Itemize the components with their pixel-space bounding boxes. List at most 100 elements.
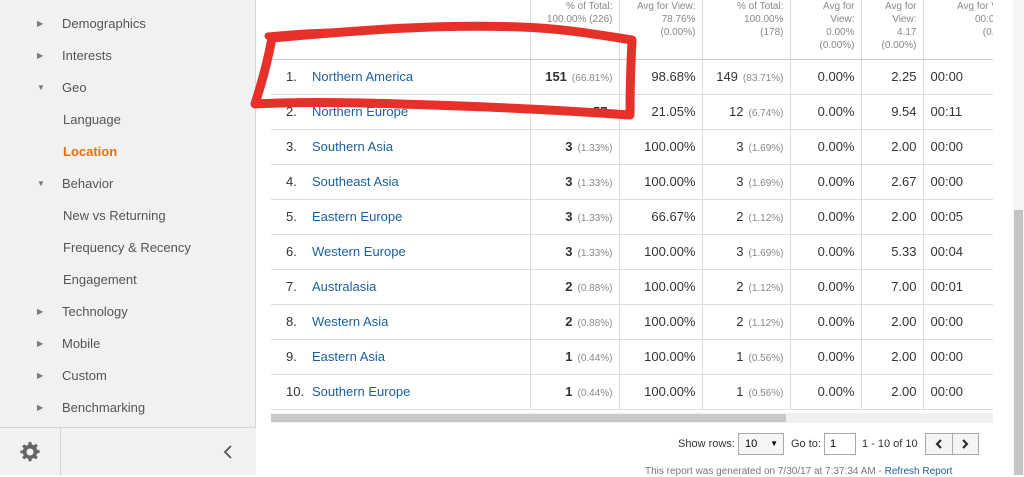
dimension-link[interactable]: Australasia [312,279,376,294]
collapse-sidebar-button[interactable] [218,441,238,463]
sidebar-item-demographics[interactable]: ▶ Demographics [0,10,256,38]
new-sessions-value: 100.00% [619,374,703,410]
new-sessions-value: 100.00% [619,234,703,270]
row-rank: 3. [271,129,311,165]
header-new-users-line: (178) [760,27,784,38]
prev-page-button[interactable] [926,434,952,454]
new-users-percent: (1.12%) [748,213,784,224]
duration-value: 00:00 [923,339,993,375]
sidebar-item-location[interactable]: Location [0,138,256,166]
show-rows-select[interactable]: 10 ▼ [738,433,784,455]
new-users-percent: (0.56%) [748,353,784,364]
dimension-link[interactable]: Southern Asia [312,139,393,154]
dimension-link[interactable]: Eastern Asia [312,349,385,364]
row-rank: 6. [271,234,311,270]
header-sessions: % of Total: 100.00% (226) [530,0,620,60]
row-rank: 5. [271,199,311,235]
new-users-value: 1 [736,384,744,399]
sessions-percent: (0.44%) [577,388,613,399]
new-users-percent: (0.56%) [748,388,784,399]
sidebar-item-frequency-recency[interactable]: Frequency & Recency [0,234,256,262]
dimension-link[interactable]: Southern Europe [312,384,410,399]
header-pages-per-session: Avg for View: 4.17 (0.00%) [861,0,924,60]
header-bounce-line: (0.00%) [819,40,855,51]
settings-button[interactable] [0,428,61,476]
horizontal-scrollbar[interactable] [271,413,993,423]
row-rank: 8. [271,304,311,340]
dimension-link[interactable]: Southeast Asia [312,174,399,189]
next-page-button[interactable] [951,434,979,454]
header-new-sessions-line: (0.00%) [660,27,696,38]
table-header-row: % of Total: 100.00% (226) Avg for View: 78… [271,0,993,60]
dimension-link[interactable]: Western Europe [312,244,406,259]
table-row: 3. Southern Asia 3 (1.33%) 100.00% 3 (1.69%) 0.… [271,129,993,165]
sidebar-item-behavior[interactable]: ▼ Behavior [0,170,256,198]
sidebar-item-benchmarking[interactable]: ▶ Benchmarking [0,394,256,422]
new-sessions-value: 100.00% [619,164,703,200]
sidebar-item-label: Geo [62,80,87,95]
table-row: 10. Southern Europe 1 (0.44%) 100.00% 1 (0.56%… [271,374,993,410]
vertical-scrollbar-thumb[interactable] [1014,210,1023,475]
generated-text: This report was generated on 7/30/17 at … [645,466,882,477]
gear-icon [20,442,40,462]
new-users-cell: 149 (83.71%) [702,59,791,95]
sidebar-item-geo[interactable]: ▼ Geo [0,74,256,102]
sidebar-item-custom[interactable]: ▶ Custom [0,362,256,390]
sessions-cell: 3 (1.33%) [530,199,620,235]
dimension-link[interactable]: Northern Europe [312,104,408,119]
goto-page-input[interactable]: 1 [824,433,856,455]
refresh-report-link[interactable]: Refresh Report [885,466,953,477]
sidebar-item-engagement[interactable]: Engagement [0,266,256,294]
dimension-link[interactable]: Northern America [312,69,413,84]
new-users-percent: (83.71%) [742,73,784,84]
header-pages-line: 4.17 [897,27,917,38]
chevron-left-icon [223,445,232,459]
caret-right-icon: ▶ [37,403,44,412]
pages-per-session-value: 5.33 [861,234,924,270]
row-rank: 10. [271,374,311,410]
caret-right-icon: ▶ [37,339,44,348]
dimension-link[interactable]: Western Asia [312,314,388,329]
report-table-container: % of Total: 100.00% (226) Avg for View: 78… [271,0,993,410]
new-users-percent: (1.69%) [748,178,784,189]
header-new-users-line: 100.00% [744,14,784,25]
new-users-value: 3 [736,244,744,259]
table-row: 6. Western Europe 3 (1.33%) 100.00% 3 (1.69%) 0… [271,234,993,270]
duration-value: 00:05 [923,199,993,235]
sidebar-item-label: Behavior [62,176,114,191]
sidebar-item-new-vs-returning[interactable]: New vs Returning [0,202,256,230]
header-sessions-line: % of Total: [565,1,613,12]
sidebar-item-mobile[interactable]: ▶ Mobile [0,330,256,358]
bounce-rate-value: 0.00% [790,94,862,130]
sidebar-item-technology[interactable]: ▶ Technology [0,298,256,326]
header-new-users: % of Total: 100.00% (178) [702,0,791,60]
sessions-percent: (1.33%) [577,248,613,259]
pages-per-session-value: 2.00 [861,374,924,410]
vertical-scrollbar[interactable] [1013,0,1024,475]
sidebar-item-label: Location [63,144,118,159]
header-new-sessions: Avg for View: 78.76% (0.00%) [619,0,703,60]
header-duration: Avg for Vi 00:03 (0.0 [923,0,993,60]
chevron-right-icon [962,439,969,449]
sessions-percent: (1.33%) [577,143,613,154]
new-users-value: 2 [736,314,744,329]
sidebar-footer [0,427,256,476]
bounce-rate-value: 0.00% [790,199,862,235]
table-row: 8. Western Asia 2 (0.88%) 100.00% 2 (1.12%) 0.0… [271,304,993,340]
header-sessions-line: 100.00% (226) [546,14,613,25]
sidebar-item-interests[interactable]: ▶ Interests [0,42,256,70]
goto-label: Go to: [791,438,821,450]
header-bounce-line: 0.00% [826,27,855,38]
sidebar-item-label: Mobile [62,336,101,351]
caret-right-icon: ▶ [37,307,44,316]
new-users-cell: 3 (1.69%) [702,129,791,165]
horizontal-scrollbar-thumb[interactable] [271,414,786,422]
dimension-link[interactable]: Eastern Europe [312,209,402,224]
sidebar-nav: ▶ Demographics ▶ Interests ▼ Geo Language Locat… [0,0,256,476]
header-new-sessions-line: 78.76% [661,14,696,25]
sessions-cell: 1 (0.44%) [530,374,620,410]
sidebar-item-language[interactable]: Language [0,106,256,134]
new-sessions-value: 100.00% [619,269,703,305]
report-generated-note: This report was generated on 7/30/17 at … [645,466,952,477]
row-rank: 4. [271,164,311,200]
